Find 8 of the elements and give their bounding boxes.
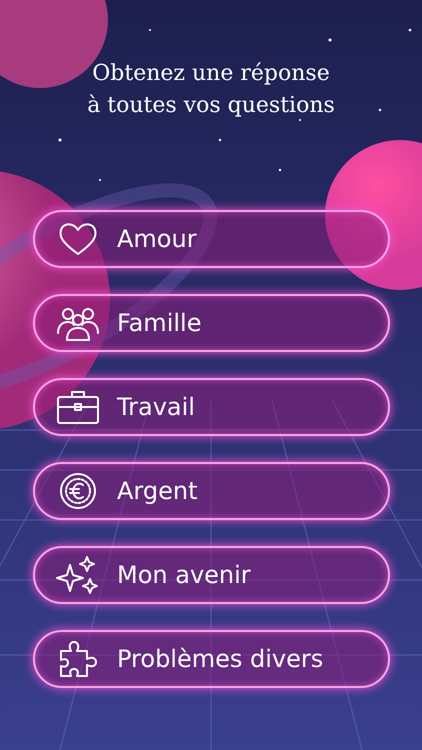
category-button[interactable]: Famille: [33, 294, 390, 352]
headline: Obtenez une réponse à toutes vos questions: [86, 60, 336, 120]
sparkles-icon: [55, 555, 101, 595]
category-button[interactable]: Travail: [33, 378, 390, 436]
category-button[interactable]: Amour: [33, 210, 390, 268]
category-button[interactable]: Mon avenir: [33, 546, 390, 604]
category-button[interactable]: Argent: [33, 462, 390, 520]
category-button[interactable]: Problèmes divers: [33, 630, 390, 688]
